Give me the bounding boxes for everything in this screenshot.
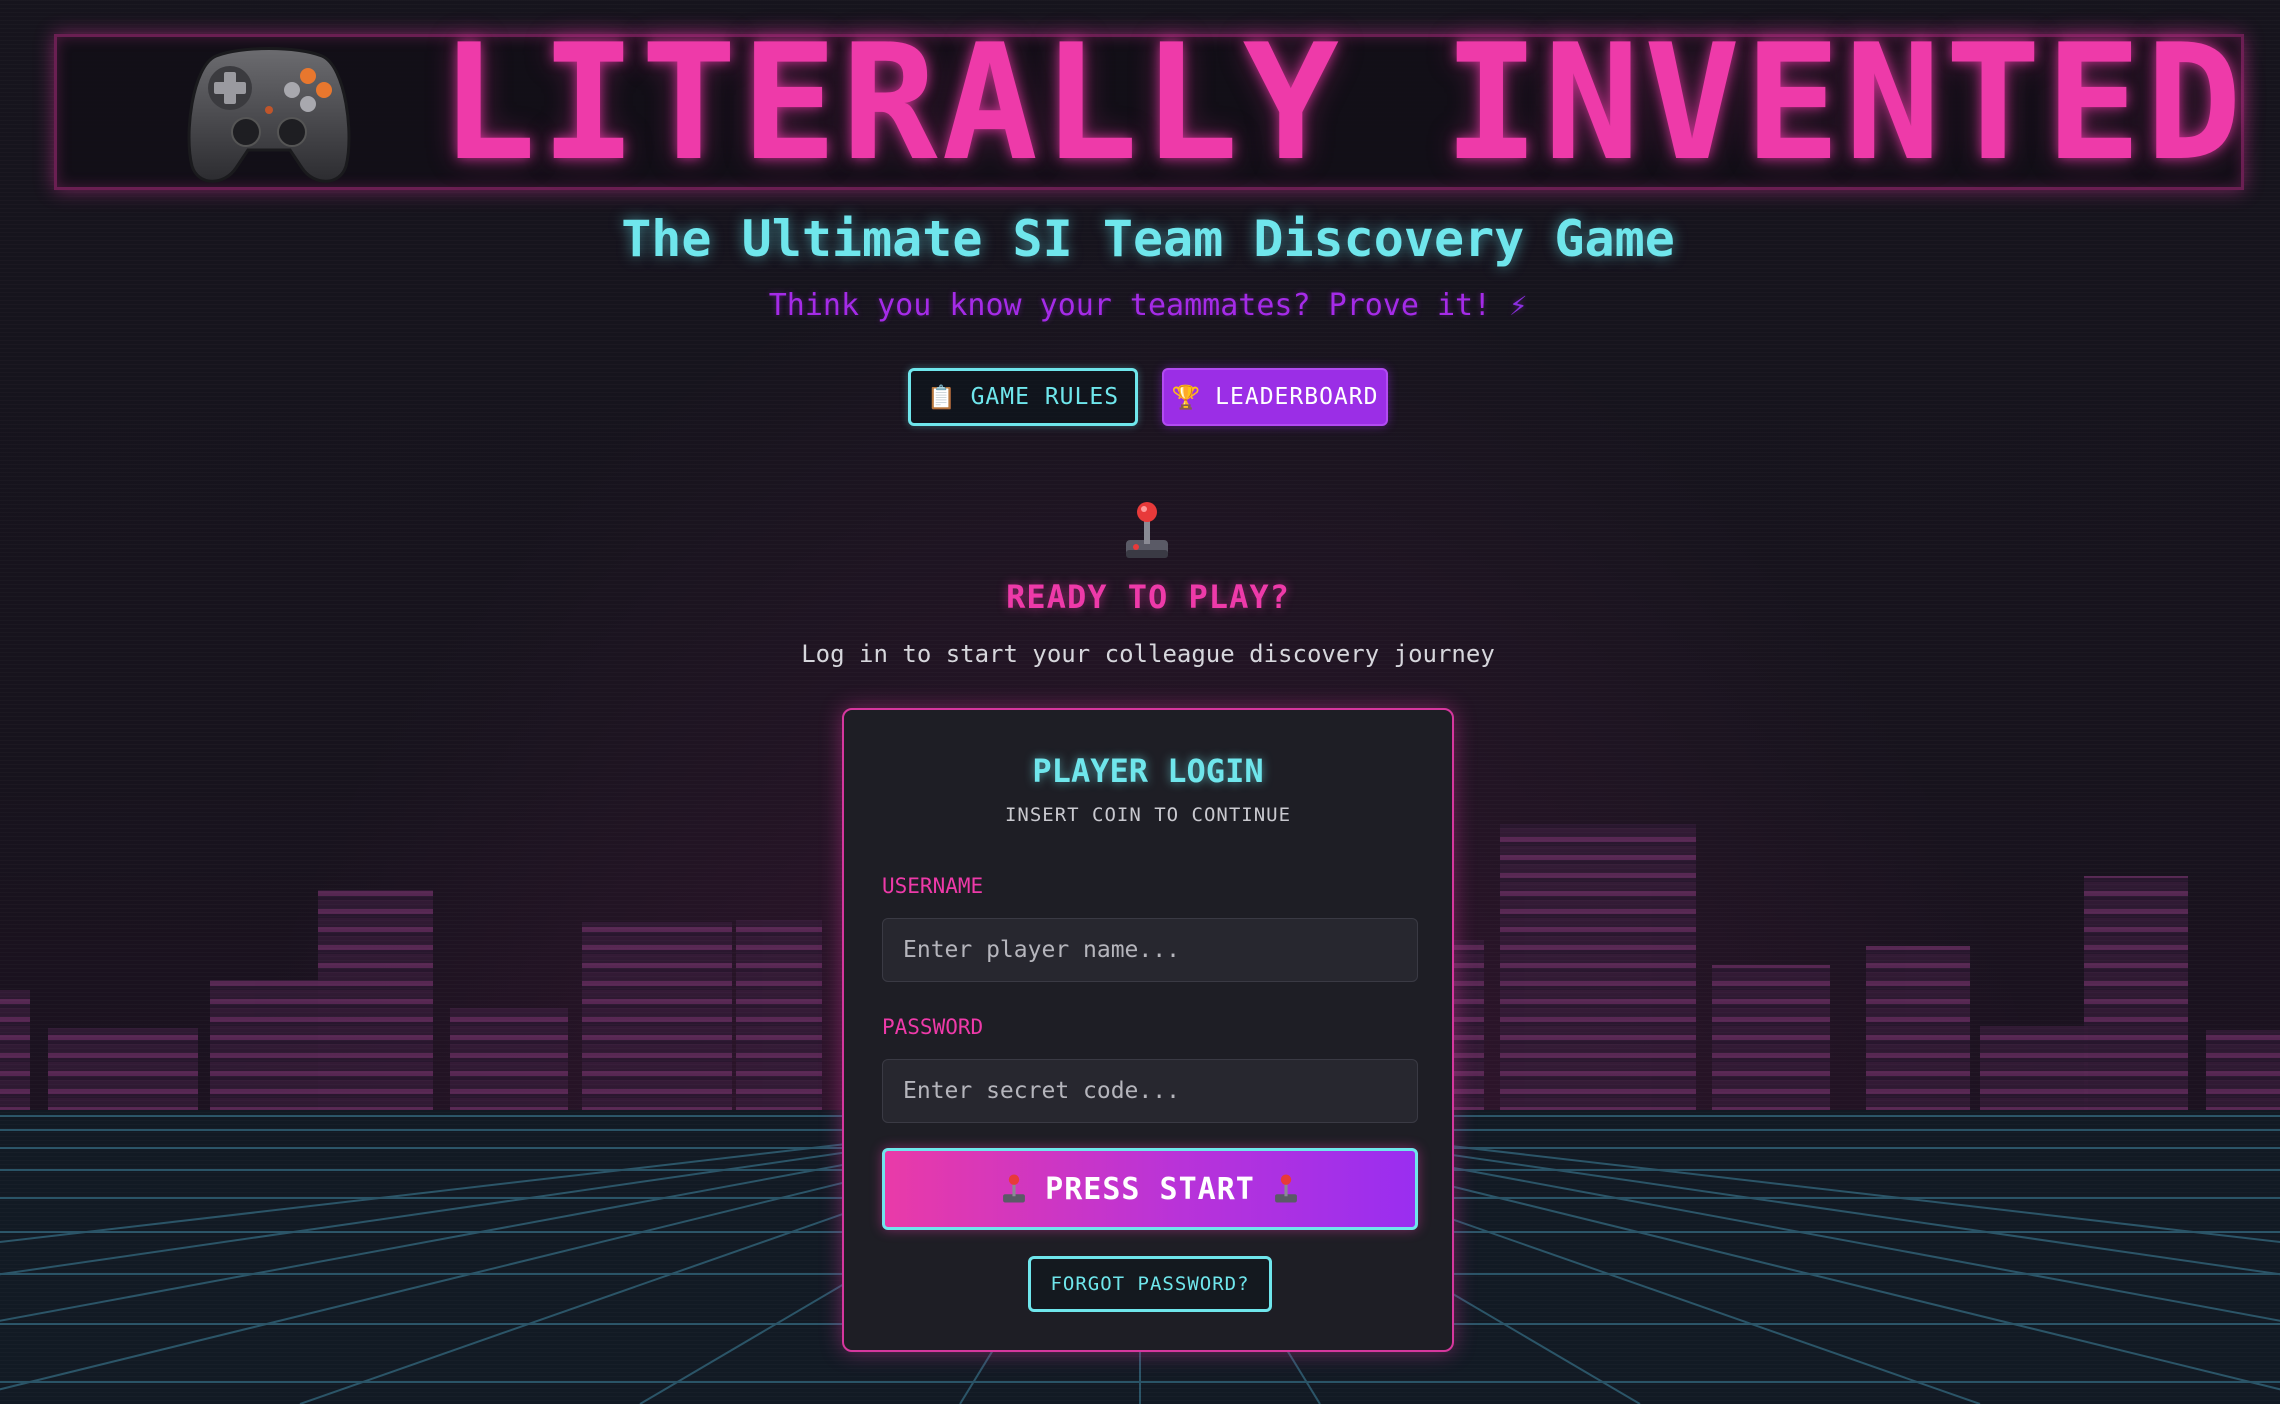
ready-heading: READY TO PLAY? xyxy=(1006,578,1290,616)
page-subtitle: The Ultimate SI Team Discovery Game xyxy=(621,210,1675,268)
press-start-button[interactable]: PRESS START xyxy=(882,1148,1418,1230)
trophy-icon: 🏆 xyxy=(1171,384,1202,411)
joystick-icon xyxy=(1274,1174,1297,1203)
password-label: PASSWORD xyxy=(882,1015,984,1039)
gamepad-icon xyxy=(187,47,351,183)
username-label: USERNAME xyxy=(882,874,984,898)
password-input[interactable] xyxy=(903,1078,1417,1104)
intro-text: Log in to start your colleague discovery… xyxy=(801,640,1495,668)
clipboard-icon: 📋 xyxy=(926,384,957,411)
game-rules-button[interactable]: 📋 GAME RULES xyxy=(908,368,1138,426)
login-title: PLAYER LOGIN xyxy=(1032,752,1264,790)
game-rules-label: GAME RULES xyxy=(970,384,1120,410)
leaderboard-button[interactable]: 🏆 LEADERBOARD xyxy=(1162,368,1388,426)
username-field[interactable] xyxy=(882,918,1418,982)
login-page: LITERALLY INVENTED The Ultimate SI Team … xyxy=(0,0,2280,1404)
leaderboard-label: LEADERBOARD xyxy=(1215,384,1379,410)
tagline-text: Think you know your teammates? Prove it! xyxy=(768,288,1492,323)
joystick-icon xyxy=(1126,502,1168,558)
password-field[interactable] xyxy=(882,1059,1418,1123)
press-start-label: PRESS START xyxy=(1045,1171,1255,1207)
login-card: PLAYER LOGIN INSERT COIN TO CONTINUE USE… xyxy=(842,708,1454,1352)
joystick-icon xyxy=(1003,1174,1026,1203)
app-title: LITERALLY INVENTED xyxy=(440,9,2246,196)
lightning-icon: ⚡ xyxy=(1509,288,1528,323)
tagline: Think you know your teammates? Prove it!… xyxy=(0,288,2280,323)
username-input[interactable] xyxy=(903,937,1417,963)
login-subtitle: INSERT COIN TO CONTINUE xyxy=(1004,804,1292,826)
forgot-password-button[interactable]: FORGOT PASSWORD? xyxy=(1028,1256,1272,1312)
